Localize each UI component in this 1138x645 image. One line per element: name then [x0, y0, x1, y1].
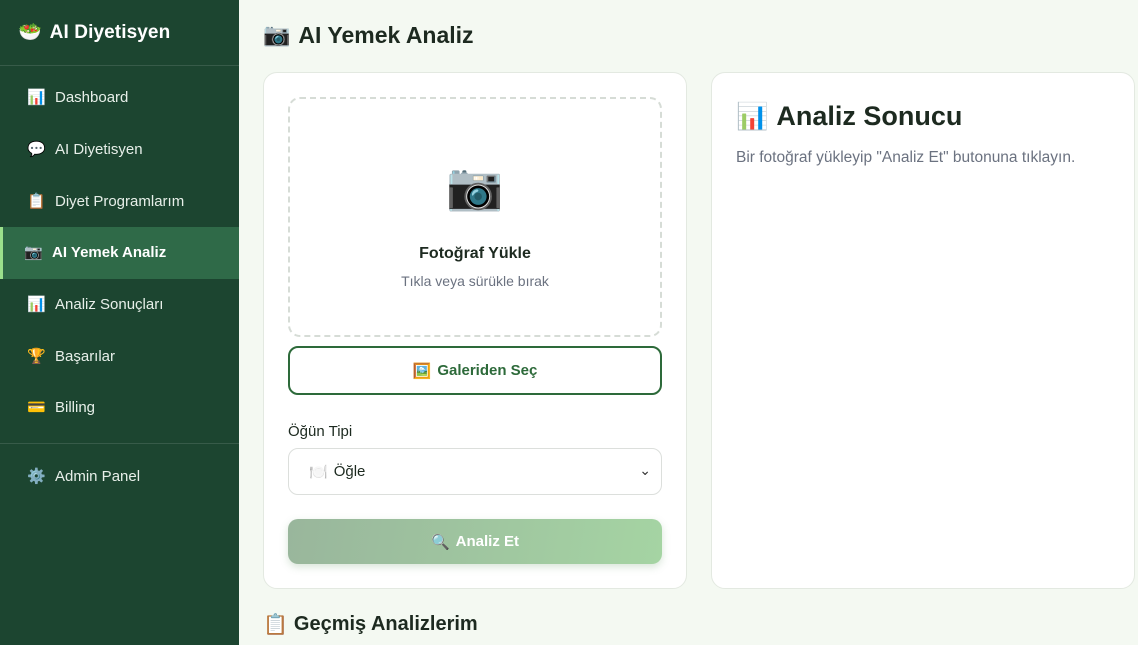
clipboard-icon: 📋: [263, 614, 288, 636]
result-title: 📊 Analiz Sonucu: [736, 99, 1110, 133]
result-title-text: Analiz Sonucu: [776, 100, 963, 131]
sidebar-item-food-analysis[interactable]: 📷 AI Yemek Analiz: [0, 227, 239, 279]
sidebar-item-label: Billing: [55, 399, 96, 417]
picture-icon: 🖼️: [412, 362, 432, 380]
chat-icon: 💬: [27, 141, 46, 159]
sidebar: 🥗 AI Diyetisyen 📊 Dashboard 💬 AI Diyetis…: [0, 0, 239, 645]
chart-icon: 📊: [27, 296, 46, 314]
sidebar-item-admin-panel[interactable]: ⚙️ Admin Panel: [0, 451, 239, 503]
main-content: 📷 AI Yemek Analiz 📷 Fotoğraf Yükle Tıkla…: [239, 0, 1138, 645]
analyze-label: Analiz Et: [455, 533, 520, 550]
credit-card-icon: 💳: [27, 399, 46, 417]
trophy-icon: 🏆: [27, 347, 46, 365]
camera-icon: 📷: [24, 244, 43, 262]
brand-title: AI Diyetisyen: [49, 21, 171, 43]
meal-type-label: Öğün Tipi: [288, 423, 353, 440]
page-title: 📷 AI Yemek Analiz: [263, 20, 1138, 50]
result-placeholder-text: Bir fotoğraf yükleyip "Analiz Et" butonu…: [736, 149, 1076, 166]
chart-icon: 📊: [27, 89, 46, 107]
brand[interactable]: 🥗 AI Diyetisyen: [0, 0, 239, 66]
camera-icon: 📷: [446, 160, 504, 212]
chevron-down-icon: ⌄: [639, 462, 651, 478]
meal-type-select[interactable]: 🍽️ Öğle ⌄: [288, 448, 662, 495]
photo-dropzone[interactable]: 📷 Fotoğraf Yükle Tıkla veya sürükle bıra…: [288, 97, 662, 337]
clipboard-icon: 📋: [27, 192, 46, 210]
magnifier-icon: 🔍: [430, 533, 450, 551]
cards-row: 📷 Fotoğraf Yükle Tıkla veya sürükle bıra…: [263, 72, 1138, 589]
sidebar-divider: [0, 442, 239, 444]
sidebar-item-label: AI Yemek Analiz: [52, 244, 167, 262]
history-title: 📋 Geçmiş Analizlerim: [263, 612, 1138, 637]
sidebar-item-label: AI Diyetisyen: [55, 141, 143, 159]
plate-icon: 🍽️: [309, 463, 328, 481]
chart-icon: 📊: [736, 100, 769, 131]
gallery-select-button[interactable]: 🖼️ Galeriden Seç: [288, 346, 662, 395]
dropzone-subtitle: Tıkla veya sürükle bırak: [401, 273, 549, 289]
sidebar-item-label: Admin Panel: [55, 468, 141, 486]
sidebar-item-diet-programs[interactable]: 📋 Diyet Programlarım: [0, 175, 239, 227]
sidebar-item-billing[interactable]: 💳 Billing: [0, 382, 239, 434]
sidebar-item-analysis-results[interactable]: 📊 Analiz Sonuçları: [0, 279, 239, 331]
result-card: 📊 Analiz Sonucu Bir fotoğraf yükleyip "A…: [711, 72, 1135, 589]
gallery-select-label: Galeriden Seç: [437, 362, 538, 379]
history-title-text: Geçmiş Analizlerim: [293, 613, 478, 635]
sidebar-item-label: Analiz Sonuçları: [55, 296, 164, 314]
dropzone-title: Fotoğraf Yükle: [419, 245, 531, 262]
meal-type-value: Öğle: [333, 463, 366, 480]
gear-icon: ⚙️: [27, 468, 46, 486]
sidebar-item-ai-dietitian[interactable]: 💬 AI Diyetisyen: [0, 124, 239, 176]
sidebar-item-label: Başarılar: [55, 347, 116, 365]
sidebar-item-dashboard[interactable]: 📊 Dashboard: [0, 72, 239, 124]
camera-icon: 📷: [263, 22, 291, 47]
page-title-text: AI Yemek Analiz: [298, 21, 474, 48]
upload-card: 📷 Fotoğraf Yükle Tıkla veya sürükle bıra…: [263, 72, 687, 589]
sidebar-nav: 📊 Dashboard 💬 AI Diyetisyen 📋 Diyet Prog…: [0, 66, 239, 503]
sidebar-item-label: Diyet Programlarım: [55, 192, 185, 210]
salad-icon: 🥗: [18, 22, 42, 43]
sidebar-item-achievements[interactable]: 🏆 Başarılar: [0, 330, 239, 382]
analyze-button[interactable]: 🔍 Analiz Et: [288, 519, 662, 564]
sidebar-item-label: Dashboard: [55, 89, 129, 107]
